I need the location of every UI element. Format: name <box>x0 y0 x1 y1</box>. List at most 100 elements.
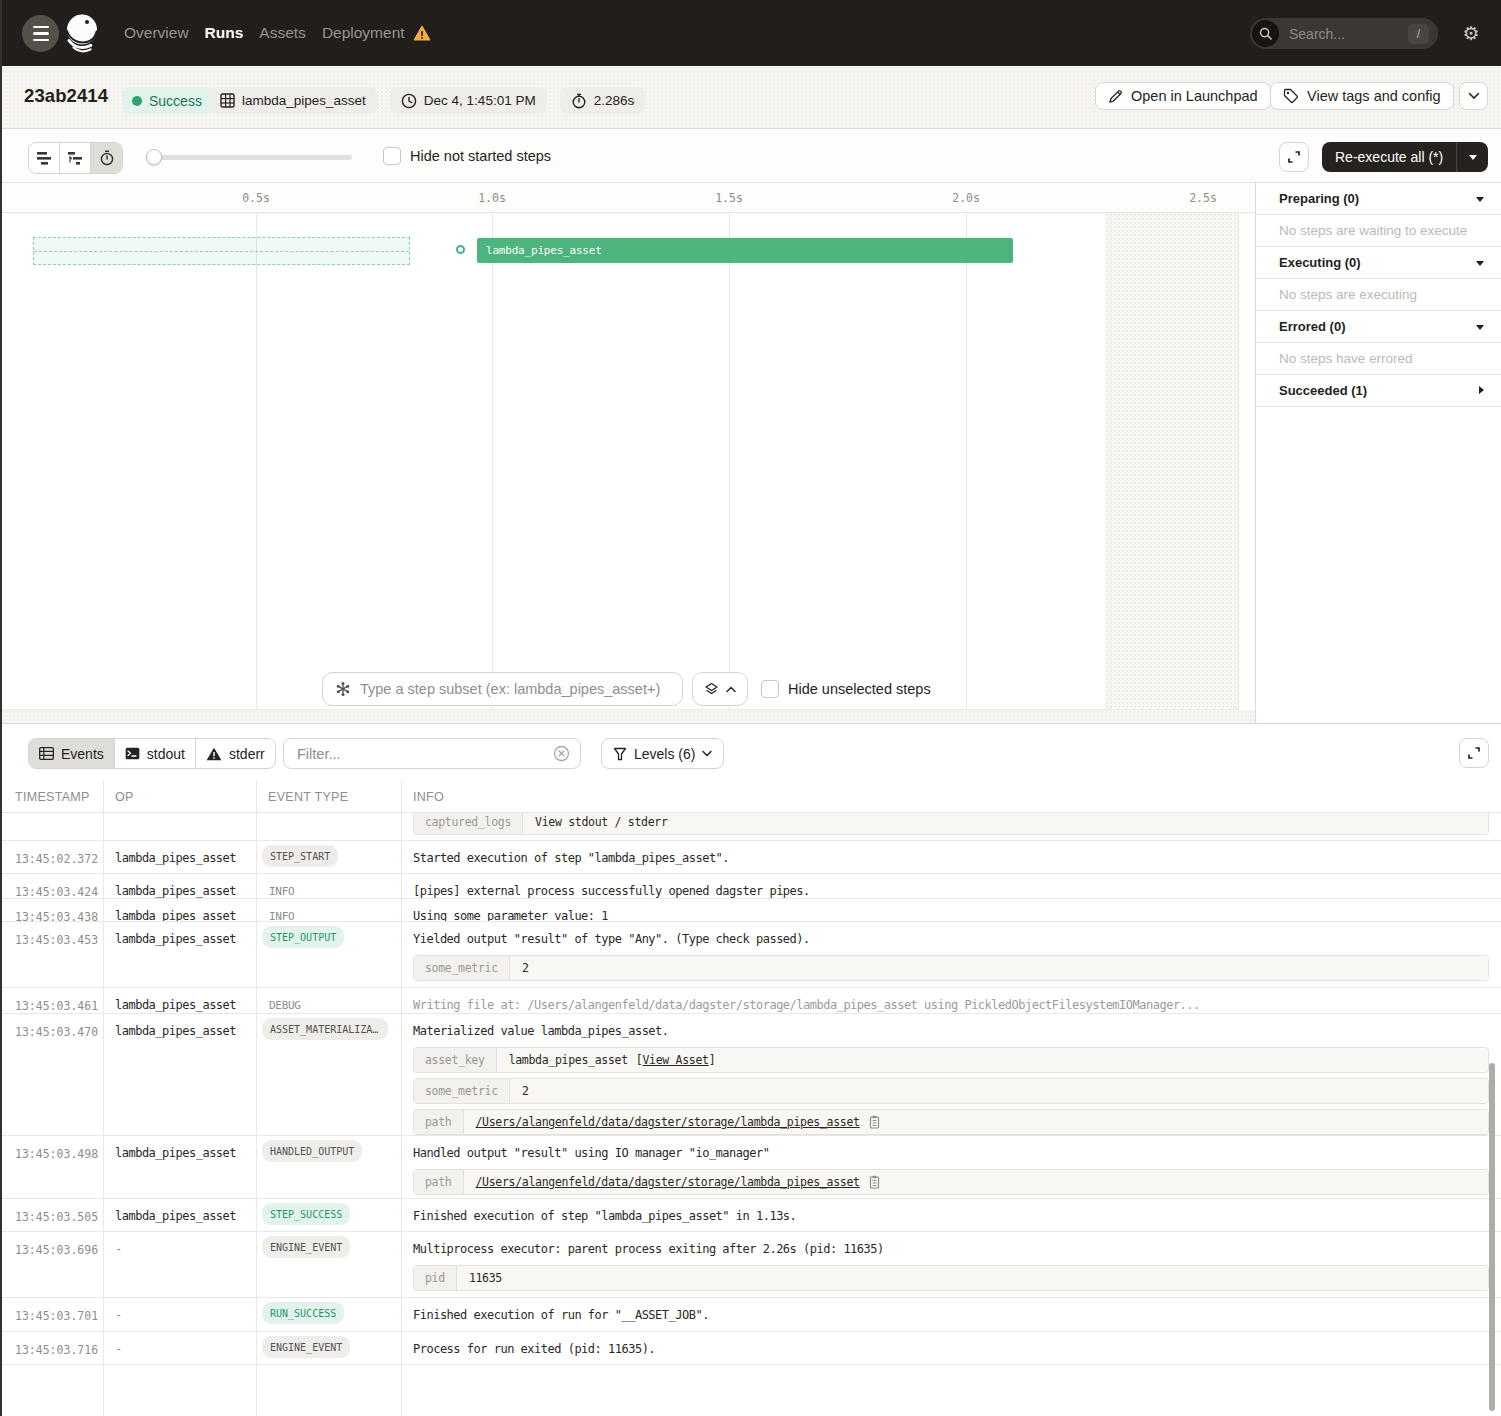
nav-item-assets[interactable]: Assets <box>259 24 306 42</box>
log-row[interactable]: 13:45:03.424lambda_pipes_assetINFO[pipes… <box>0 874 1501 899</box>
job-name-tag[interactable]: lambda_pipes_asset <box>209 87 377 114</box>
run-duration-tag: 2.286s <box>560 87 646 114</box>
log-info: Multiprocess executor: parent process ex… <box>413 1242 1486 1256</box>
open-in-launchpad-button[interactable]: Open in Launchpad <box>1095 82 1271 110</box>
log-op: - <box>115 1242 122 1256</box>
metadata-entry-pid: pid11635 <box>413 1265 1489 1291</box>
search-icon <box>1252 20 1279 47</box>
step-subset-input[interactable]: Type a step subset (ex: lambda_pipes_ass… <box>322 672 683 706</box>
metadata-key: some_metric <box>414 1079 510 1103</box>
col-op: OP <box>115 790 134 804</box>
gantt-bottom-strip <box>0 710 1255 723</box>
zoom-slider-knob[interactable] <box>146 149 162 165</box>
metadata-key: captured_logs <box>414 813 523 834</box>
tab-events[interactable]: Events <box>29 739 115 768</box>
pencil-icon <box>1108 89 1123 104</box>
logs-section: Eventsstdoutstderr Filter... Levels (6) … <box>0 723 1501 1416</box>
job-grid-icon <box>220 93 235 108</box>
axis-tick: 1.5s <box>715 191 743 205</box>
view-asset-link[interactable]: View Asset <box>642 1053 708 1067</box>
log-info: Materialized value lambda_pipes_asset. <box>413 1024 1486 1038</box>
log-table-header: TIMESTAMP OP EVENT TYPE INFO <box>0 780 1501 813</box>
log-event-type: STEP_SUCCESS <box>262 1203 350 1229</box>
log-row[interactable]: 13:45:03.438lambda_pipes_assetINFOUsing … <box>0 899 1501 922</box>
metadata-value: lambda_pipes_asset[View Asset] <box>497 1048 1488 1072</box>
view-mode-waterfall-button[interactable] <box>60 143 91 173</box>
search-placeholder: Search... <box>1289 26 1408 42</box>
metadata-key: path <box>414 1110 464 1134</box>
metadata-entry-captured_logs: captured_logsView stdout / stderr <box>413 813 1489 835</box>
log-op: lambda_pipes_asset <box>115 851 236 865</box>
log-info: [pipes] external process successfully op… <box>413 884 1486 898</box>
nav-item-overview[interactable]: Overview <box>124 24 189 42</box>
levels-filter-button[interactable]: Levels (6) <box>601 738 724 769</box>
chevron-up-icon <box>726 686 736 693</box>
hamburger-menu-button[interactable] <box>22 15 59 52</box>
tab-stdout[interactable]: stdout <box>115 739 196 768</box>
clock-icon <box>401 93 417 109</box>
search-input[interactable]: Search... / <box>1250 18 1438 49</box>
view-mode-flat-button[interactable] <box>29 143 60 173</box>
sidebar-section-preparing[interactable]: Preparing (0) <box>1256 183 1501 215</box>
log-rows: captured_logsView stdout / stderr 13:45:0… <box>0 813 1501 1365</box>
tab-stderr[interactable]: stderr <box>196 739 275 768</box>
axis-tick: 1.0s <box>478 191 506 205</box>
log-row[interactable]: 13:45:03.453lambda_pipes_assetSTEP_OUTPU… <box>0 922 1501 988</box>
collapse-icon <box>1476 197 1484 202</box>
header-more-button[interactable] <box>1459 82 1488 110</box>
settings-gear-icon[interactable]: ⚙ <box>1460 23 1482 45</box>
copy-icon[interactable] <box>868 1175 881 1189</box>
sidebar-section-succeeded[interactable]: Succeeded (1) <box>1256 375 1501 407</box>
gantt-step-bar[interactable]: lambda_pipes_asset <box>477 238 1013 263</box>
log-event-type: ENGINE_EVENT <box>262 1236 350 1262</box>
nav-item-runs[interactable]: Runs <box>205 24 244 42</box>
metadata-key: path <box>414 1170 464 1194</box>
log-timestamp: 13:45:03.438 <box>15 910 98 922</box>
view-tags-config-button[interactable]: View tags and config <box>1270 82 1454 110</box>
dagster-logo-icon[interactable] <box>61 10 103 56</box>
graph-query-toggle-button[interactable] <box>692 672 748 706</box>
log-op: lambda_pipes_asset <box>115 1146 236 1160</box>
log-row[interactable]: 13:45:03.498lambda_pipes_assetHANDLED_OU… <box>0 1136 1501 1199</box>
hide-unselected-checkbox[interactable] <box>761 680 779 698</box>
nav-item-deployment[interactable]: Deployment <box>322 24 431 42</box>
expand-icon <box>1479 386 1484 394</box>
logs-fullscreen-button[interactable] <box>1459 738 1489 768</box>
gantt-section: 0.5s1.0s1.5s2.0s2.5s lambda_pipes_asset … <box>0 183 1501 723</box>
op-selector-icon <box>335 681 351 697</box>
log-row[interactable]: 13:45:03.505lambda_pipes_assetSTEP_SUCCE… <box>0 1199 1501 1232</box>
log-timestamp: 13:45:03.716 <box>15 1343 98 1357</box>
col-info: INFO <box>413 790 444 804</box>
log-row[interactable]: 13:45:03.716-ENGINE_EVENTProcess for run… <box>0 1332 1501 1365</box>
log-event-type: DEBUG <box>269 999 301 1012</box>
copy-icon[interactable] <box>868 1115 881 1129</box>
log-event-type: HANDLED_OUTPUT <box>262 1140 362 1166</box>
reexecute-dropdown-button[interactable] <box>1457 155 1488 160</box>
log-row[interactable]: 13:45:03.470lambda_pipes_assetASSET_MATE… <box>0 1014 1501 1136</box>
log-op: - <box>115 1342 122 1356</box>
log-row[interactable]: 13:45:03.696-ENGINE_EVENTMultiprocess ex… <box>0 1232 1501 1298</box>
clear-filter-icon[interactable] <box>553 745 570 762</box>
zoom-slider[interactable] <box>146 155 352 160</box>
view-mode-duration-button[interactable] <box>91 143 122 173</box>
reexecute-all-button[interactable]: Re-execute all (*) <box>1322 142 1488 172</box>
log-scrollbar-thumb[interactable] <box>1489 1063 1495 1411</box>
metadata-key: some_metric <box>414 956 510 980</box>
log-row[interactable]: 13:45:02.372lambda_pipes_assetSTEP_START… <box>0 841 1501 874</box>
sidebar-section-body: No steps are executing <box>1256 279 1501 311</box>
metadata-key: pid <box>414 1266 457 1290</box>
gantt-toolbar: Hide not started steps Re-execute all (*… <box>0 129 1501 183</box>
hide-unselected-control: Hide unselected steps <box>761 680 931 698</box>
table-icon <box>39 747 54 760</box>
log-row[interactable]: 13:45:03.701-RUN_SUCCESSFinished executi… <box>0 1298 1501 1332</box>
log-row[interactable]: 13:45:03.461lambda_pipes_assetDEBUGWriti… <box>0 988 1501 1014</box>
collapse-icon <box>1476 325 1484 330</box>
gantt-fullscreen-button[interactable] <box>1279 142 1309 172</box>
log-row[interactable]: captured_logsView stdout / stderr <box>0 813 1501 841</box>
sidebar-section-executing[interactable]: Executing (0) <box>1256 247 1501 279</box>
log-filter-input[interactable]: Filter... <box>283 738 581 769</box>
sidebar-section-errored[interactable]: Errored (0) <box>1256 311 1501 343</box>
metadata-value: 2 <box>510 1079 1488 1103</box>
col-event-type: EVENT TYPE <box>268 790 348 804</box>
hide-not-started-checkbox[interactable] <box>383 147 401 165</box>
